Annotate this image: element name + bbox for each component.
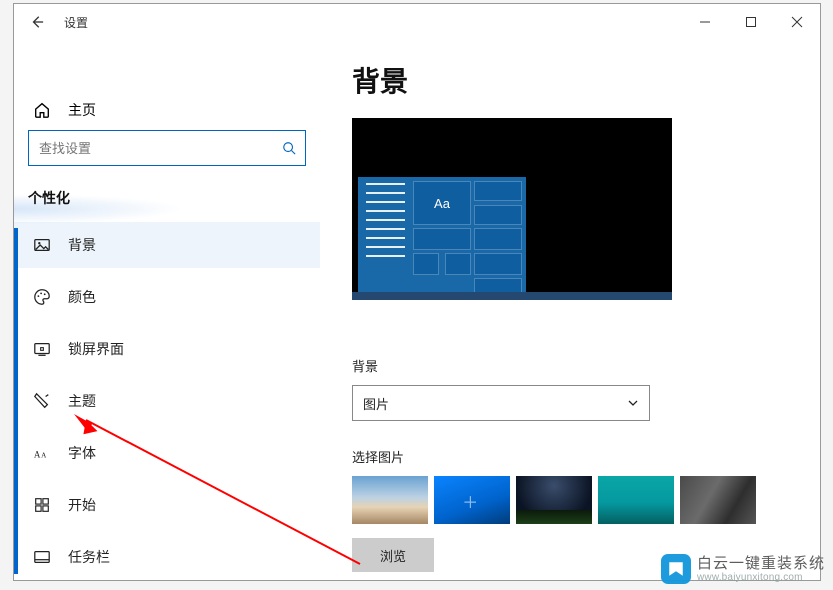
sidebar-item-label: 主题 [68, 391, 96, 411]
home-icon [32, 101, 52, 119]
sidebar-item-label: 锁屏界面 [68, 339, 124, 359]
content-area: 背景 Aa [320, 40, 820, 580]
lockscreen-icon [32, 340, 52, 358]
search-input[interactable] [29, 140, 273, 157]
back-button[interactable] [14, 4, 60, 40]
svg-text:A: A [34, 450, 41, 460]
select-value: 图片 [363, 394, 389, 413]
titlebar: 设置 [14, 4, 820, 40]
nav-list: 背景 颜色 锁屏界面 主题 AA [14, 222, 320, 580]
sidebar-item-lockscreen[interactable]: 锁屏界面 [14, 326, 320, 372]
picture-icon [32, 236, 52, 254]
preview-sample-text: Aa [413, 181, 471, 225]
app-title: 设置 [64, 14, 88, 31]
background-label: 背景 [352, 356, 790, 375]
palette-icon [32, 288, 52, 306]
background-type-select[interactable]: 图片 [352, 385, 650, 421]
sidebar-item-colors[interactable]: 颜色 [14, 274, 320, 320]
minimize-button[interactable] [682, 4, 728, 40]
search-box[interactable] [28, 130, 306, 166]
picture-thumb[interactable] [680, 476, 756, 524]
sidebar-item-label: 开始 [68, 495, 96, 515]
maximize-icon [745, 16, 757, 28]
picture-thumbnails [352, 476, 790, 524]
sidebar-item-label: 背景 [68, 235, 96, 255]
sidebar-item-background[interactable]: 背景 [14, 222, 320, 268]
chevron-down-icon [627, 397, 639, 409]
fonts-icon: AA [32, 444, 52, 462]
preview-start-menu: Aa [358, 177, 526, 292]
picture-thumb[interactable] [352, 476, 428, 524]
preview-taskbar [352, 292, 672, 300]
section-title: 个性化 [14, 166, 320, 214]
choose-picture-label: 选择图片 [352, 447, 790, 466]
picture-thumb[interactable] [598, 476, 674, 524]
browse-button[interactable]: 浏览 [352, 538, 434, 572]
settings-window: 设置 [13, 3, 821, 581]
sidebar-item-taskbar[interactable]: 任务栏 [14, 534, 320, 580]
selection-indicator [14, 228, 18, 574]
home-nav[interactable]: 主页 [14, 100, 320, 120]
sidebar-item-label: 字体 [68, 443, 96, 463]
sidebar-item-label: 任务栏 [68, 547, 110, 567]
sidebar-item-label: 颜色 [68, 287, 96, 307]
taskbar-icon [32, 548, 52, 566]
maximize-button[interactable] [728, 4, 774, 40]
page-title: 背景 [352, 60, 790, 100]
svg-text:A: A [41, 452, 47, 460]
minimize-icon [699, 16, 711, 28]
desktop-preview: Aa [352, 118, 672, 300]
picture-thumb[interactable] [434, 476, 510, 524]
sidebar-item-start[interactable]: 开始 [14, 482, 320, 528]
start-icon [32, 496, 52, 514]
sidebar-item-fonts[interactable]: AA 字体 [14, 430, 320, 476]
picture-thumb[interactable] [516, 476, 592, 524]
sidebar: 主页 个性化 背景 [14, 40, 320, 580]
browse-button-label: 浏览 [380, 546, 406, 565]
close-button[interactable] [774, 4, 820, 40]
home-label: 主页 [68, 100, 96, 120]
close-icon [791, 16, 803, 28]
arrow-left-icon [30, 15, 44, 29]
search-icon [273, 141, 305, 155]
sidebar-item-themes[interactable]: 主题 [14, 378, 320, 424]
themes-icon [32, 392, 52, 410]
